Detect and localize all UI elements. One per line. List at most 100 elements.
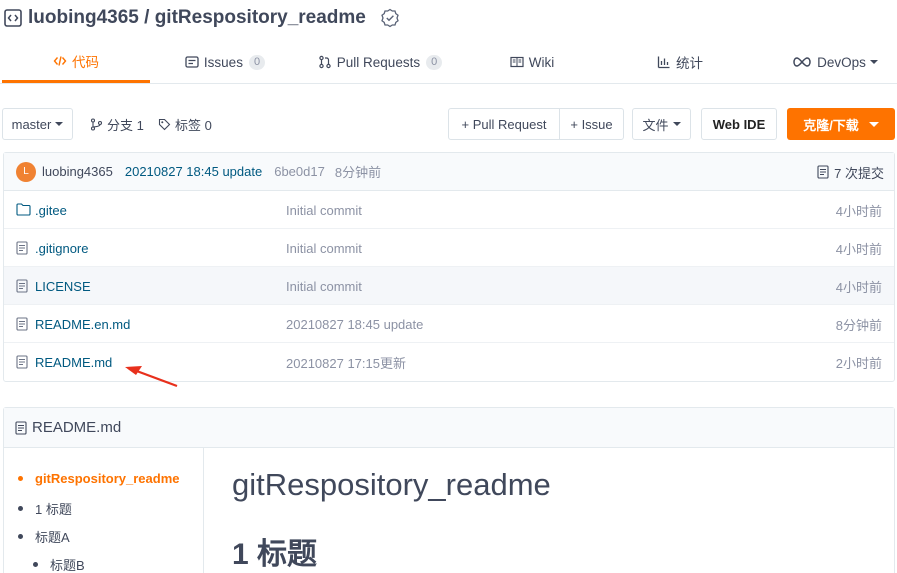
wiki-icon <box>510 55 524 69</box>
file-row[interactable]: .gitignore Initial commit 4小时前 <box>4 229 894 267</box>
toc-item[interactable]: gitRespository_readme <box>18 471 180 486</box>
tags-label: 标签 0 <box>175 117 212 133</box>
file-commit-message[interactable]: 20210827 17:15更新 <box>286 343 406 381</box>
code-icon <box>53 54 67 68</box>
tab-code[interactable]: 代码 <box>2 41 150 83</box>
tags-link[interactable]: 标签 0 <box>158 108 212 140</box>
toc-item-label: gitRespository_readme <box>35 471 180 486</box>
repo-title[interactable]: luobing4365 / gitRespository_readme <box>28 7 366 29</box>
file-name[interactable]: README.md <box>35 343 112 381</box>
commit-count-label: 7 次提交 <box>834 165 884 181</box>
readme-panel: README.md gitRespository_readme 1 标题 标题A… <box>3 407 895 573</box>
folder-icon <box>16 203 31 216</box>
file-commit-message[interactable]: Initial commit <box>286 229 362 267</box>
avatar[interactable]: L <box>16 161 36 182</box>
file-icon <box>16 317 28 331</box>
readme-heading-1: gitRespository_readme <box>232 467 551 502</box>
repo-tabs: 代码 Issues 0 Pull Requests 0 Wiki 统计 DevO… <box>0 41 897 83</box>
file-icon <box>15 420 27 435</box>
bullet-icon <box>33 562 38 567</box>
file-icon <box>16 355 28 369</box>
toc-item-label: 1 标题 <box>35 502 72 517</box>
toc-item[interactable]: 1 标题 <box>18 499 72 518</box>
file-name[interactable]: README.en.md <box>35 305 130 343</box>
branches-link[interactable]: 分支 1 <box>90 108 144 140</box>
file-time: 4小时前 <box>835 203 882 219</box>
tab-code-label: 代码 <box>72 54 99 70</box>
file-icon <box>16 241 28 255</box>
bullet-icon <box>18 506 23 511</box>
file-row[interactable]: LICENSE Initial commit 4小时前 <box>4 267 894 305</box>
badge-icon[interactable] <box>380 8 400 28</box>
chevron-down-icon <box>672 122 681 126</box>
readme-heading-2: 1 标题 <box>232 538 318 571</box>
commit-time: 8分钟前 <box>334 165 382 180</box>
toc-item[interactable]: 标题A <box>18 527 70 546</box>
repo-icon <box>4 9 22 27</box>
tab-devops-label: DevOps <box>817 54 866 70</box>
commit-sha[interactable]: 6be0d17 <box>274 164 325 179</box>
clone-download-label: 克隆/下载 <box>803 117 859 133</box>
file-time: 2小时前 <box>835 355 882 371</box>
tab-pull-requests[interactable]: Pull Requests 0 <box>300 41 460 83</box>
readme-header: README.md <box>4 408 894 448</box>
tab-issues[interactable]: Issues 0 <box>170 41 280 83</box>
tab-wiki[interactable]: Wiki <box>490 41 574 83</box>
issues-icon <box>185 55 199 69</box>
commits-icon <box>817 165 829 179</box>
branch-icon <box>90 117 103 131</box>
file-commit-message[interactable]: 20210827 18:45 update <box>286 305 423 343</box>
stats-icon <box>657 55 671 69</box>
file-time: 4小时前 <box>835 241 882 257</box>
new-pull-request-button[interactable]: + Pull Request <box>449 109 559 139</box>
chevron-down-icon <box>869 60 878 64</box>
file-commit-message[interactable]: Initial commit <box>286 191 362 229</box>
toc-item-label: 标题A <box>35 530 70 545</box>
file-row[interactable]: README.en.md 20210827 18:45 update 8分钟前 <box>4 305 894 343</box>
file-menu-button[interactable]: 文件 <box>632 108 691 140</box>
branch-select[interactable]: master <box>2 108 73 140</box>
branches-label: 分支 1 <box>107 117 144 133</box>
commit-message[interactable]: 20210827 18:45 update <box>125 164 262 179</box>
file-row[interactable]: .gitee Initial commit 4小时前 <box>4 191 894 229</box>
file-list: L luobing4365 20210827 18:45 update 6be0… <box>3 152 895 382</box>
latest-commit-bar: L luobing4365 20210827 18:45 update 6be0… <box>4 153 894 191</box>
repo-header: luobing4365 / gitRespository_readme 代码 I… <box>0 0 897 84</box>
file-name[interactable]: .gitee <box>35 191 67 229</box>
tab-pull-requests-label: Pull Requests <box>336 54 421 70</box>
file-menu-label: 文件 <box>642 117 669 133</box>
repo-title-bar: luobing4365 / gitRespository_readme <box>4 6 400 30</box>
annotation-arrow-icon <box>125 366 178 388</box>
pull-requests-count-badge: 0 <box>426 54 443 70</box>
tab-devops[interactable]: DevOps <box>780 41 890 83</box>
file-icon <box>16 279 28 293</box>
bullet-icon <box>18 534 23 539</box>
pull-request-icon <box>318 55 332 69</box>
clone-download-button[interactable]: 克隆/下载 <box>787 108 895 140</box>
chevron-down-icon <box>55 122 64 126</box>
commit-count-link[interactable]: 7 次提交 <box>817 153 884 191</box>
chevron-down-icon <box>868 121 879 127</box>
readme-toc: gitRespository_readme 1 标题 标题A 标题B <box>4 448 204 573</box>
readme-filename: README.md <box>32 419 122 436</box>
bullet-icon <box>18 476 23 481</box>
tab-wiki-label: Wiki <box>528 54 555 70</box>
branch-select-label: master <box>11 116 52 132</box>
issues-count-badge: 0 <box>248 54 266 70</box>
toc-item-label: 标题B <box>50 558 85 573</box>
tab-stats-label: 统计 <box>676 56 703 71</box>
web-ide-button[interactable]: Web IDE <box>701 108 777 140</box>
toc-item[interactable]: 标题B <box>33 555 85 573</box>
commit-author[interactable]: luobing4365 <box>42 164 113 179</box>
file-name[interactable]: .gitignore <box>35 229 88 267</box>
tag-icon <box>158 118 171 131</box>
tab-stats[interactable]: 统计 <box>640 41 720 83</box>
file-time: 8分钟前 <box>835 317 882 333</box>
file-name[interactable]: LICENSE <box>35 267 91 305</box>
devops-icon <box>792 56 812 68</box>
file-commit-message[interactable]: Initial commit <box>286 267 362 305</box>
tab-issues-label: Issues <box>203 54 243 70</box>
file-time: 4小时前 <box>835 279 882 295</box>
new-issue-button[interactable]: + Issue <box>559 109 623 139</box>
create-button-group: + Pull Request + Issue <box>448 108 624 140</box>
